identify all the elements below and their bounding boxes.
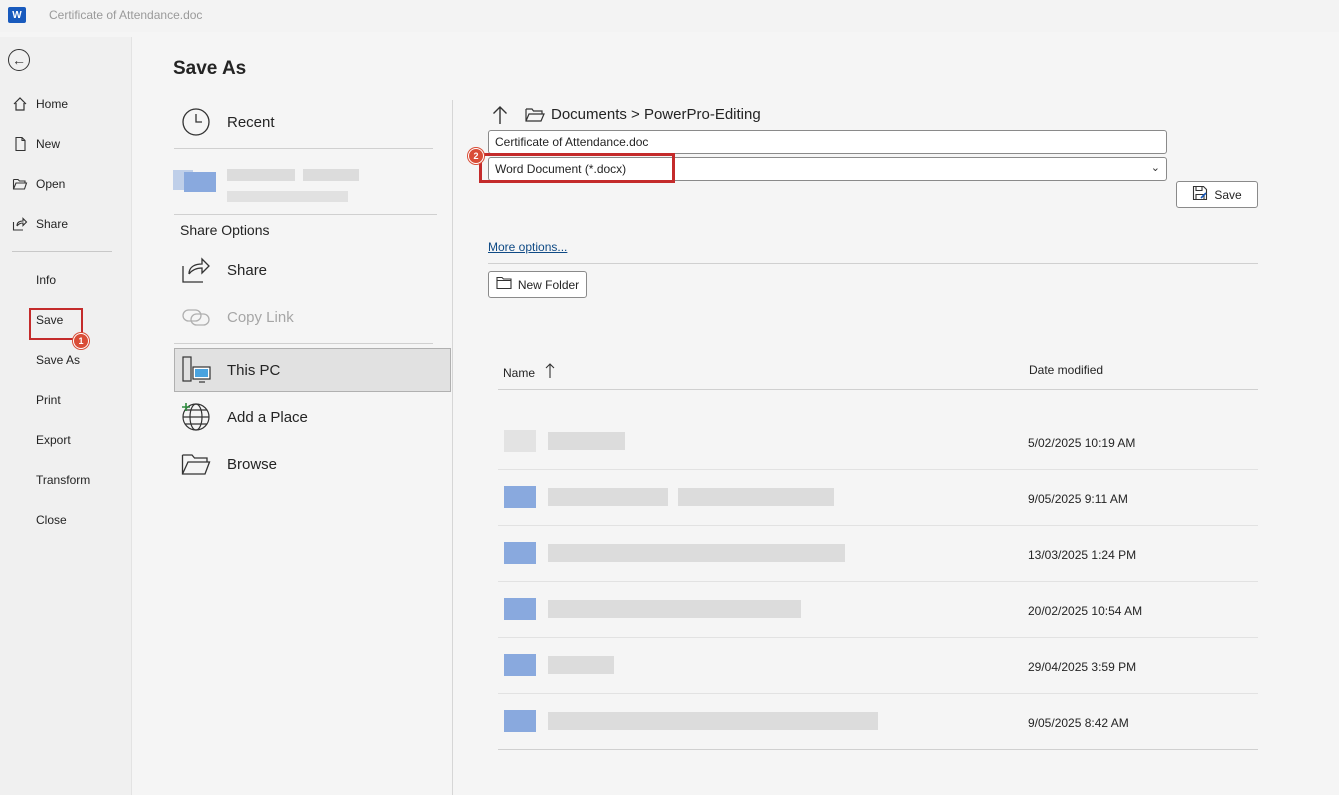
blurred-file-name	[548, 488, 668, 506]
location-recent-label: Recent	[227, 113, 275, 131]
blurred-file-name	[548, 712, 878, 730]
table-row[interactable]: 5/02/2025 10:19 AM	[498, 414, 1258, 470]
new-folder-icon	[496, 276, 512, 293]
table-row[interactable]: 9/05/2025 8:42 AM	[498, 694, 1258, 750]
nav-share[interactable]: Share	[12, 214, 68, 234]
backstage-nav: ← Home New Open Share Info Save Save As …	[0, 37, 132, 795]
open-folder-icon	[12, 176, 28, 192]
account-icon-part	[184, 172, 216, 192]
blurred-account-email	[227, 191, 348, 202]
save-disk-icon	[1192, 185, 1208, 204]
column-name-label: Name	[503, 365, 536, 380]
title-bar: W Certificate of Attendance.doc	[0, 0, 1339, 32]
column-header-name[interactable]: Name	[503, 363, 555, 382]
step-badge-1: 1	[73, 333, 89, 349]
home-icon	[12, 96, 28, 112]
step-badge-2: 2	[468, 148, 484, 164]
window-title: Certificate of Attendance.doc	[49, 8, 203, 22]
location-browse[interactable]: Browse	[174, 448, 277, 480]
chevron-down-icon: ⌄	[1150, 162, 1160, 174]
globe-add-icon	[180, 401, 212, 433]
nav-save-as[interactable]: Save As	[36, 353, 80, 367]
file-date: 20/02/2025 10:54 AM	[1028, 604, 1143, 618]
new-folder-label: New Folder	[517, 277, 580, 292]
divider	[174, 148, 433, 149]
blurred-file-name	[548, 656, 614, 674]
share-options-heading: Share Options	[180, 222, 270, 238]
nav-divider	[12, 251, 112, 252]
location-copy-link-label: Copy Link	[227, 308, 294, 326]
nav-export[interactable]: Export	[36, 433, 71, 447]
new-folder-button[interactable]: New Folder	[488, 271, 587, 298]
nav-open[interactable]: Open	[12, 174, 65, 194]
location-browse-label: Browse	[227, 455, 278, 473]
clock-icon	[180, 106, 212, 138]
file-name-input[interactable]: Certificate of Attendance.doc	[488, 130, 1167, 154]
blurred-file-icon	[504, 486, 536, 508]
up-arrow-icon[interactable]	[490, 104, 510, 126]
file-date: 29/04/2025 3:59 PM	[1028, 660, 1137, 674]
divider	[174, 214, 437, 215]
location-this-pc-label: This PC	[227, 361, 281, 379]
sort-up-arrow-icon	[545, 363, 555, 382]
link-icon	[180, 301, 212, 333]
browse-folder-icon	[180, 448, 212, 480]
location-copy-link: Copy Link	[174, 301, 294, 333]
nav-close[interactable]: Close	[36, 513, 67, 527]
blurred-file-name	[548, 432, 625, 450]
nav-open-label: Open	[36, 177, 66, 191]
save-button[interactable]: Save	[1176, 181, 1258, 208]
new-document-icon	[12, 136, 28, 152]
file-date: 13/03/2025 1:24 PM	[1028, 548, 1137, 562]
nav-new[interactable]: New	[12, 134, 60, 154]
breadcrumb[interactable]: Documents > PowerPro-Editing	[551, 106, 761, 123]
file-date: 5/02/2025 10:19 AM	[1028, 436, 1136, 450]
panel-divider	[452, 100, 453, 795]
back-arrow-icon[interactable]: ←	[8, 49, 30, 71]
column-header-date[interactable]: Date modified	[1029, 363, 1103, 377]
nav-home[interactable]: Home	[12, 94, 68, 114]
nav-new-label: New	[36, 137, 61, 151]
divider	[174, 343, 433, 344]
computer-icon	[180, 354, 212, 386]
blurred-file-icon	[504, 542, 536, 564]
table-row[interactable]: 29/04/2025 3:59 PM	[498, 638, 1258, 694]
location-add-place[interactable]: Add a Place	[174, 401, 308, 433]
blurred-file-icon	[504, 598, 536, 620]
folder-icon	[525, 106, 545, 124]
blurred-file-name	[548, 544, 845, 562]
table-row[interactable]: 9/05/2025 9:11 AM	[498, 470, 1258, 526]
location-this-pc[interactable]: This PC	[174, 354, 280, 386]
location-share-label: Share	[227, 261, 268, 279]
blurred-file-icon	[504, 710, 536, 732]
save-button-label: Save	[1214, 187, 1242, 202]
file-date: 9/05/2025 9:11 AM	[1028, 492, 1128, 506]
divider	[498, 389, 1258, 390]
location-share[interactable]: Share	[174, 254, 267, 286]
blurred-file-name-2	[678, 488, 834, 506]
nav-share-label: Share	[36, 217, 69, 231]
nav-info[interactable]: Info	[36, 273, 56, 287]
file-date: 9/05/2025 8:42 AM	[1028, 716, 1129, 730]
blurred-file-icon	[504, 654, 536, 676]
nav-home-label: Home	[36, 97, 69, 111]
page-title: Save As	[173, 58, 247, 79]
blurred-account-name-2	[303, 169, 359, 181]
blurred-file-icon	[504, 430, 536, 452]
blurred-file-name	[548, 600, 801, 618]
table-row[interactable]: 13/03/2025 1:24 PM	[498, 526, 1258, 582]
nav-transform[interactable]: Transform	[36, 473, 90, 487]
location-add-place-label: Add a Place	[227, 408, 308, 426]
divider	[498, 749, 1258, 750]
blurred-account-name	[227, 169, 295, 181]
divider	[488, 263, 1258, 264]
location-recent[interactable]: Recent	[174, 106, 275, 138]
table-row[interactable]: 20/02/2025 10:54 AM	[498, 582, 1258, 638]
nav-print[interactable]: Print	[36, 393, 61, 407]
file-type-highlight	[479, 153, 675, 183]
share-icon	[180, 254, 212, 286]
share-icon	[12, 216, 28, 232]
word-logo-icon: W	[8, 7, 26, 23]
more-options-link[interactable]: More options...	[488, 240, 567, 254]
